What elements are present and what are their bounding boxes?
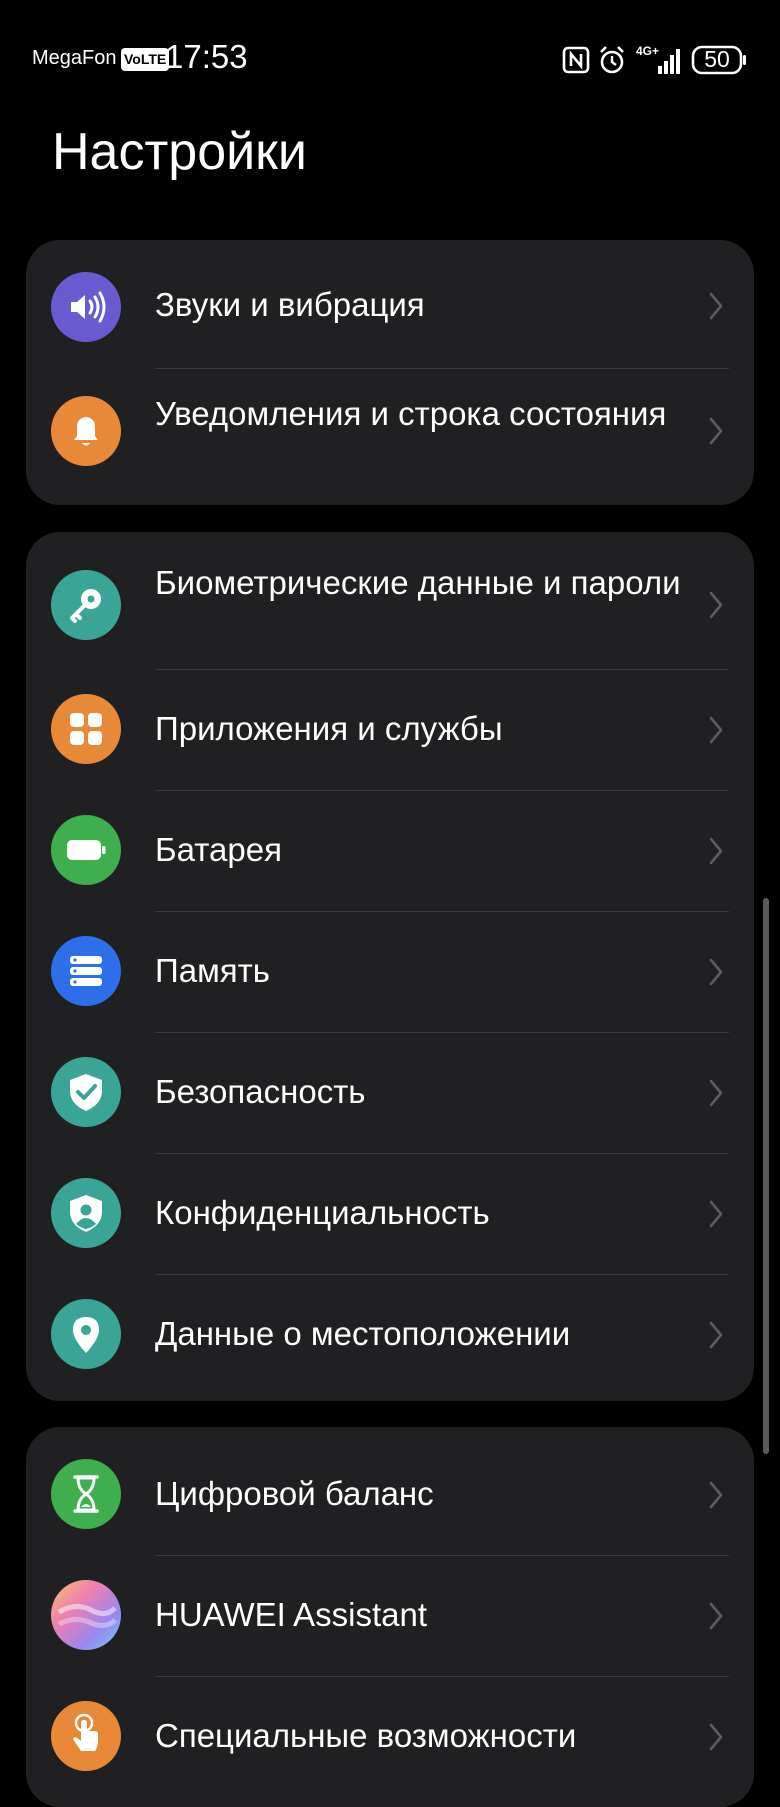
chevron-right-icon xyxy=(709,1079,723,1107)
settings-item-sounds[interactable]: Звуки и вибрация xyxy=(26,240,754,368)
settings-item-label: Биометрические данные и пароли xyxy=(155,564,681,601)
settings-item-privacy[interactable]: Конфиденциальность xyxy=(26,1154,754,1274)
settings-item-label: Батарея xyxy=(155,831,282,868)
status-bar: MegaFon VoLTE 17:53 4G+ 50 xyxy=(0,0,780,120)
chevron-right-icon xyxy=(709,591,723,619)
storage-icon xyxy=(51,936,121,1006)
settings-item-label: Конфиденциальность xyxy=(155,1194,490,1231)
hourglass-icon xyxy=(51,1459,121,1529)
alarm-icon xyxy=(600,46,624,74)
settings-item-storage[interactable]: Память xyxy=(26,912,754,1032)
settings-item-label: Цифровой баланс xyxy=(155,1475,434,1512)
settings-item-biometrics[interactable]: Биометрические данные и пароли xyxy=(26,532,754,668)
sound-icon xyxy=(51,272,121,342)
settings-item-notifications[interactable]: Уведомления и строка состояния xyxy=(26,369,754,505)
settings-group-misc: Цифровой баланс HUAWEI Assistant Специал… xyxy=(26,1427,754,1807)
chevron-right-icon xyxy=(709,958,723,986)
settings-item-label: Память xyxy=(155,952,270,989)
settings-item-apps[interactable]: Приложения и службы xyxy=(26,670,754,790)
settings-item-digital-balance[interactable]: Цифровой баланс xyxy=(26,1427,754,1555)
chevron-right-icon xyxy=(709,1602,723,1630)
signal-icon: 4G+ xyxy=(636,44,680,74)
settings-item-label: Специальные возможности xyxy=(155,1717,577,1754)
shield-check-icon xyxy=(51,1057,121,1127)
chevron-right-icon xyxy=(709,1481,723,1509)
settings-item-label: HUAWEI Assistant xyxy=(155,1596,428,1633)
touch-hand-icon xyxy=(51,1701,121,1771)
battery-icon xyxy=(51,815,121,885)
clock: 17:53 xyxy=(165,38,248,75)
settings-item-battery[interactable]: Батарея xyxy=(26,791,754,911)
chevron-right-icon xyxy=(709,837,723,865)
chevron-right-icon xyxy=(709,1723,723,1751)
apps-icon xyxy=(51,694,121,764)
location-pin-icon xyxy=(51,1299,121,1369)
page-title: Настройки xyxy=(52,123,307,181)
settings-item-label: Звуки и вибрация xyxy=(155,286,425,323)
nfc-icon xyxy=(562,46,590,74)
battery-level: 50 xyxy=(704,46,730,72)
settings-item-huawei-assistant[interactable]: HUAWEI Assistant xyxy=(26,1556,754,1676)
chevron-right-icon xyxy=(709,1321,723,1349)
network-type: 4G+ xyxy=(636,44,659,58)
scrollbar[interactable] xyxy=(763,898,769,1454)
carrier-name: MegaFon xyxy=(32,47,117,69)
settings-item-label: Приложения и службы xyxy=(155,710,503,747)
settings-item-location[interactable]: Данные о местоположении xyxy=(26,1275,754,1401)
settings-item-security[interactable]: Безопасность xyxy=(26,1033,754,1153)
bell-icon xyxy=(51,396,121,466)
privacy-shield-icon xyxy=(51,1178,121,1248)
settings-item-label: Безопасность xyxy=(155,1073,366,1110)
chevron-right-icon xyxy=(709,292,723,320)
chevron-right-icon xyxy=(709,716,723,744)
volte-badge: VoLTE xyxy=(121,48,170,71)
settings-group-security-apps: Биометрические данные и пароли Приложени… xyxy=(26,532,754,1401)
chevron-right-icon xyxy=(709,1200,723,1228)
settings-item-label: Данные о местоположении xyxy=(155,1315,571,1352)
key-icon xyxy=(51,570,121,640)
assistant-icon xyxy=(51,1580,121,1650)
settings-item-label: Уведомления и строка состояния xyxy=(155,395,667,432)
chevron-right-icon xyxy=(709,417,723,445)
settings-item-accessibility[interactable]: Специальные возможности xyxy=(26,1677,754,1797)
settings-group-sound-notifications: Звуки и вибрация Уведомления и строка со… xyxy=(26,240,754,505)
